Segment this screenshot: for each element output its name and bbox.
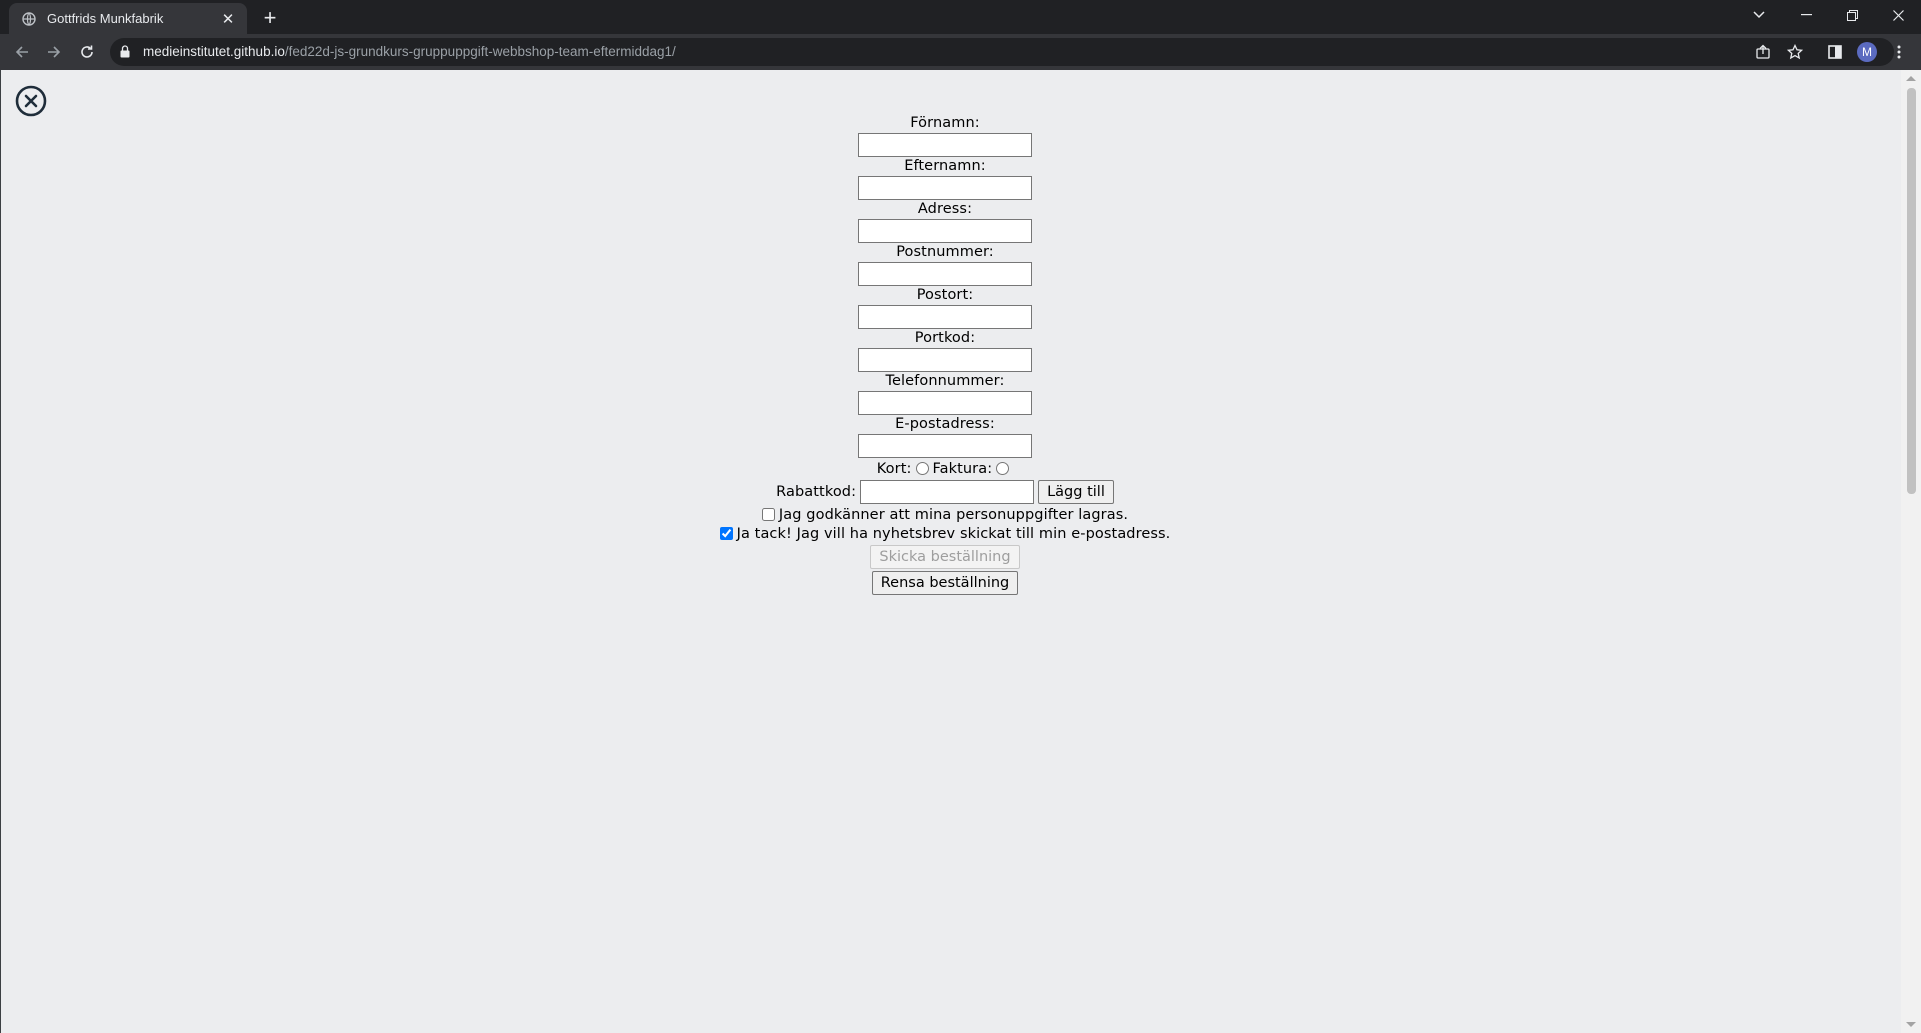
lastname-input[interactable] xyxy=(858,176,1032,200)
minimize-icon[interactable] xyxy=(1783,0,1829,30)
phone-input[interactable] xyxy=(858,391,1032,415)
tab-search-icon[interactable] xyxy=(1736,0,1782,30)
consent-row: Jag godkänner att mina personuppgifter l… xyxy=(701,505,1189,524)
phone-label: Telefonnummer: xyxy=(885,373,1005,389)
address-input[interactable] xyxy=(858,219,1032,243)
page-viewport: Förnamn: Efternamn: Adress: Postnummer: … xyxy=(0,70,1901,1033)
field-phone: Telefonnummer: xyxy=(701,372,1189,415)
discount-label: Rabattkod: xyxy=(776,484,857,500)
consent-checkbox[interactable] xyxy=(761,508,775,521)
newsletter-checkbox[interactable] xyxy=(719,527,733,540)
reset-order-button[interactable]: Rensa beställning xyxy=(871,571,1019,595)
tab-title: Gottfrids Munkfabrik xyxy=(47,11,164,26)
restore-icon[interactable] xyxy=(1829,0,1875,30)
card-radio[interactable] xyxy=(915,462,929,475)
postcode-input[interactable] xyxy=(858,262,1032,286)
browser-toolbar: medieinstitutet.github.io/fed22d-js-grun… xyxy=(0,34,1921,70)
side-panel-icon[interactable] xyxy=(1821,38,1849,66)
lock-icon xyxy=(120,45,130,63)
back-icon[interactable] xyxy=(8,38,36,66)
card-label: Kort: xyxy=(876,460,912,477)
share-icon[interactable] xyxy=(1749,38,1777,66)
address-label: Adress: xyxy=(917,201,973,217)
scroll-up-icon[interactable] xyxy=(1906,76,1916,81)
email-input[interactable] xyxy=(858,434,1032,458)
bookmark-star-icon[interactable] xyxy=(1781,38,1809,66)
globe-icon xyxy=(21,11,37,27)
new-tab-button[interactable]: + xyxy=(256,4,284,32)
scroll-down-icon[interactable] xyxy=(1906,1022,1916,1027)
address-bar[interactable]: medieinstitutet.github.io/fed22d-js-grun… xyxy=(110,38,1894,66)
field-lastname: Efternamn: xyxy=(701,157,1189,200)
field-city: Postort: xyxy=(701,286,1189,329)
close-form-icon[interactable] xyxy=(15,85,47,117)
submit-order-button[interactable]: Skicka beställning xyxy=(870,545,1020,569)
window-close-icon[interactable] xyxy=(1875,0,1921,30)
doorcode-input[interactable] xyxy=(858,348,1032,372)
payment-method-row: Kort: Faktura: xyxy=(701,458,1189,479)
order-form: Förnamn: Efternamn: Adress: Postnummer: … xyxy=(701,114,1189,595)
city-input[interactable] xyxy=(858,305,1032,329)
firstname-input[interactable] xyxy=(858,133,1032,157)
discount-input[interactable] xyxy=(860,480,1035,504)
browser-tab[interactable]: Gottfrids Munkfabrik ✕ xyxy=(9,3,247,34)
form-actions: Skicka beställning Rensa beställning xyxy=(701,545,1189,595)
url-text: medieinstitutet.github.io/fed22d-js-grun… xyxy=(143,44,676,59)
avatar-letter: M xyxy=(1857,42,1877,62)
invoice-label: Faktura: xyxy=(932,460,993,477)
newsletter-row: Ja tack! Jag vill ha nyhetsbrev skickat … xyxy=(701,524,1189,543)
add-discount-button[interactable]: Lägg till xyxy=(1038,480,1114,504)
reload-icon[interactable] xyxy=(73,38,101,66)
url-path: /fed22d-js-grundkurs-gruppuppgift-webbsh… xyxy=(284,44,676,59)
field-postcode: Postnummer: xyxy=(701,243,1189,286)
field-firstname: Förnamn: xyxy=(701,114,1189,157)
scrollbar-thumb[interactable] xyxy=(1907,88,1916,494)
tab-strip: Gottfrids Munkfabrik ✕ + xyxy=(0,0,1921,34)
forward-icon[interactable] xyxy=(40,38,68,66)
field-address: Adress: xyxy=(701,200,1189,243)
doorcode-label: Portkod: xyxy=(914,330,976,346)
consent-label: Jag godkänner att mina personuppgifter l… xyxy=(778,506,1129,523)
discount-row: Rabattkod: Lägg till xyxy=(701,479,1189,505)
field-email: E-postadress: xyxy=(701,415,1189,458)
postcode-label: Postnummer: xyxy=(896,244,994,260)
menu-kebab-icon[interactable] xyxy=(1885,38,1913,66)
lastname-label: Efternamn: xyxy=(904,158,986,174)
invoice-radio[interactable] xyxy=(996,462,1010,475)
url-host: medieinstitutet.github.io xyxy=(143,44,285,59)
profile-avatar[interactable]: M xyxy=(1853,38,1881,66)
email-label: E-postadress: xyxy=(895,416,995,432)
field-doorcode: Portkod: xyxy=(701,329,1189,372)
newsletter-label: Ja tack! Jag vill ha nyhetsbrev skickat … xyxy=(736,525,1171,542)
page-scrollbar[interactable] xyxy=(1901,70,1921,1033)
city-label: Postort: xyxy=(916,287,974,303)
tab-close-icon[interactable]: ✕ xyxy=(219,10,237,28)
firstname-label: Förnamn: xyxy=(910,115,980,131)
